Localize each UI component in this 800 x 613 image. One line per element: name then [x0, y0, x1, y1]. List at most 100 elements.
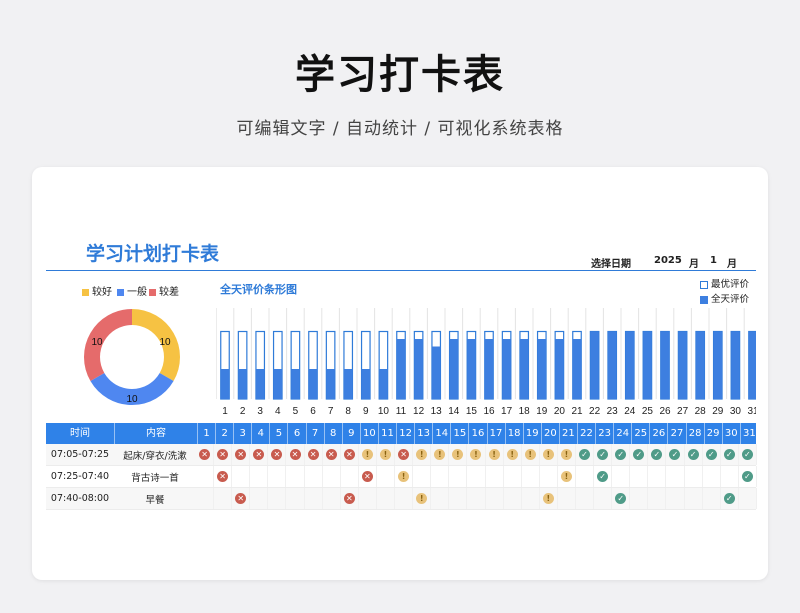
day-cell[interactable]: ✕ [250, 444, 269, 465]
day-cell[interactable] [449, 488, 468, 509]
day-cell[interactable]: ! [486, 444, 504, 465]
day-cell[interactable] [666, 488, 685, 509]
day-cell[interactable] [540, 466, 558, 487]
day-cell[interactable] [558, 488, 576, 509]
day-cell[interactable] [703, 466, 721, 487]
day-cell[interactable]: ! [540, 444, 558, 465]
day-cell[interactable]: ✓ [630, 444, 649, 465]
day-cell[interactable]: ✕ [395, 444, 414, 465]
day-cell[interactable]: ✕ [286, 444, 305, 465]
day-cell[interactable]: ! [540, 488, 558, 509]
day-cell[interactable]: ✓ [739, 466, 757, 487]
day-cell[interactable]: ! [504, 444, 522, 465]
day-cell[interactable] [666, 466, 685, 487]
year-value[interactable]: 2025 [654, 255, 682, 266]
day-cell[interactable]: ✓ [594, 444, 613, 465]
day-cell[interactable] [214, 488, 233, 509]
day-cell[interactable]: ! [449, 444, 468, 465]
day-cell[interactable] [268, 466, 287, 487]
day-cell[interactable] [377, 466, 396, 487]
row-content[interactable]: 早餐 [114, 492, 196, 506]
day-cell[interactable]: ✕ [232, 488, 251, 509]
day-cell[interactable] [721, 466, 739, 487]
day-cell[interactable] [504, 466, 522, 487]
day-cell[interactable] [250, 488, 269, 509]
day-cell[interactable] [377, 488, 396, 509]
day-cell[interactable] [250, 466, 269, 487]
day-cell[interactable] [323, 466, 341, 487]
day-cell[interactable]: ✕ [232, 444, 251, 465]
day-cell[interactable]: ! [413, 444, 432, 465]
day-cell[interactable]: ✕ [341, 488, 359, 509]
day-cell[interactable]: ! [413, 488, 432, 509]
day-cell[interactable]: ✓ [594, 466, 613, 487]
day-cell[interactable] [286, 488, 305, 509]
day-cell[interactable] [630, 466, 649, 487]
row-content[interactable]: 起床/穿衣/洗漱 [114, 448, 196, 462]
day-cell[interactable]: ! [558, 466, 576, 487]
day-cell[interactable] [648, 488, 667, 509]
day-cell[interactable]: ✕ [196, 444, 215, 465]
day-cell[interactable] [341, 466, 359, 487]
day-cell[interactable]: ✓ [739, 444, 757, 465]
day-cell[interactable] [467, 488, 486, 509]
day-cell[interactable] [395, 488, 414, 509]
day-cell[interactable]: ✓ [576, 444, 595, 465]
day-cell[interactable] [196, 466, 215, 487]
day-cell[interactable] [486, 466, 504, 487]
day-cell[interactable]: ✓ [721, 488, 739, 509]
day-cell[interactable]: ✕ [323, 444, 341, 465]
day-cell[interactable] [196, 488, 215, 509]
row-content[interactable]: 背古诗一首 [114, 470, 196, 484]
day-cell[interactable]: ! [467, 444, 486, 465]
cross-mark-icon: ✕ [235, 449, 247, 460]
day-cell[interactable] [576, 466, 595, 487]
day-cell[interactable] [685, 488, 703, 509]
day-cell[interactable]: ✓ [703, 444, 721, 465]
day-cell[interactable] [449, 466, 468, 487]
day-cell[interactable] [467, 466, 486, 487]
day-cell[interactable] [703, 488, 721, 509]
day-cell[interactable] [305, 466, 323, 487]
day-cell[interactable]: ✓ [612, 488, 631, 509]
day-cell[interactable]: ! [522, 444, 540, 465]
day-cell[interactable] [648, 466, 667, 487]
day-cell[interactable] [232, 466, 251, 487]
day-cell[interactable]: ✕ [341, 444, 359, 465]
day-cell[interactable] [630, 488, 649, 509]
day-cell[interactable]: ! [377, 444, 396, 465]
day-cell[interactable] [323, 488, 341, 509]
day-cell[interactable]: ✓ [666, 444, 685, 465]
day-cell[interactable] [359, 488, 377, 509]
day-cell[interactable] [739, 488, 757, 509]
day-cell[interactable] [286, 466, 305, 487]
day-cell[interactable] [522, 488, 540, 509]
day-cell[interactable]: ✓ [685, 444, 703, 465]
day-cell[interactable] [413, 466, 432, 487]
day-cell[interactable] [504, 488, 522, 509]
day-cell[interactable] [522, 466, 540, 487]
day-cell[interactable] [486, 488, 504, 509]
day-cell[interactable]: ✓ [648, 444, 667, 465]
day-cell[interactable] [305, 488, 323, 509]
day-cell[interactable]: ✕ [305, 444, 323, 465]
day-cell[interactable]: ✕ [359, 466, 377, 487]
day-cell[interactable]: ! [359, 444, 377, 465]
day-cell[interactable] [431, 488, 450, 509]
day-cell[interactable] [685, 466, 703, 487]
day-cell[interactable] [612, 466, 631, 487]
day-cell[interactable] [268, 488, 287, 509]
day-cell[interactable]: ✓ [612, 444, 631, 465]
day-cell[interactable]: ! [558, 444, 576, 465]
day-cell[interactable]: ✓ [721, 444, 739, 465]
day-cell[interactable]: ! [395, 466, 414, 487]
day-cell[interactable] [576, 488, 595, 509]
day-cell[interactable]: ! [431, 444, 450, 465]
day-cell[interactable]: ✕ [214, 444, 233, 465]
row-time: 07:25-07:40 [50, 471, 110, 482]
month-value[interactable]: 1 [710, 255, 717, 266]
day-cell[interactable] [431, 466, 450, 487]
day-cell[interactable] [594, 488, 613, 509]
day-cell[interactable]: ✕ [214, 466, 233, 487]
day-cell[interactable]: ✕ [268, 444, 287, 465]
